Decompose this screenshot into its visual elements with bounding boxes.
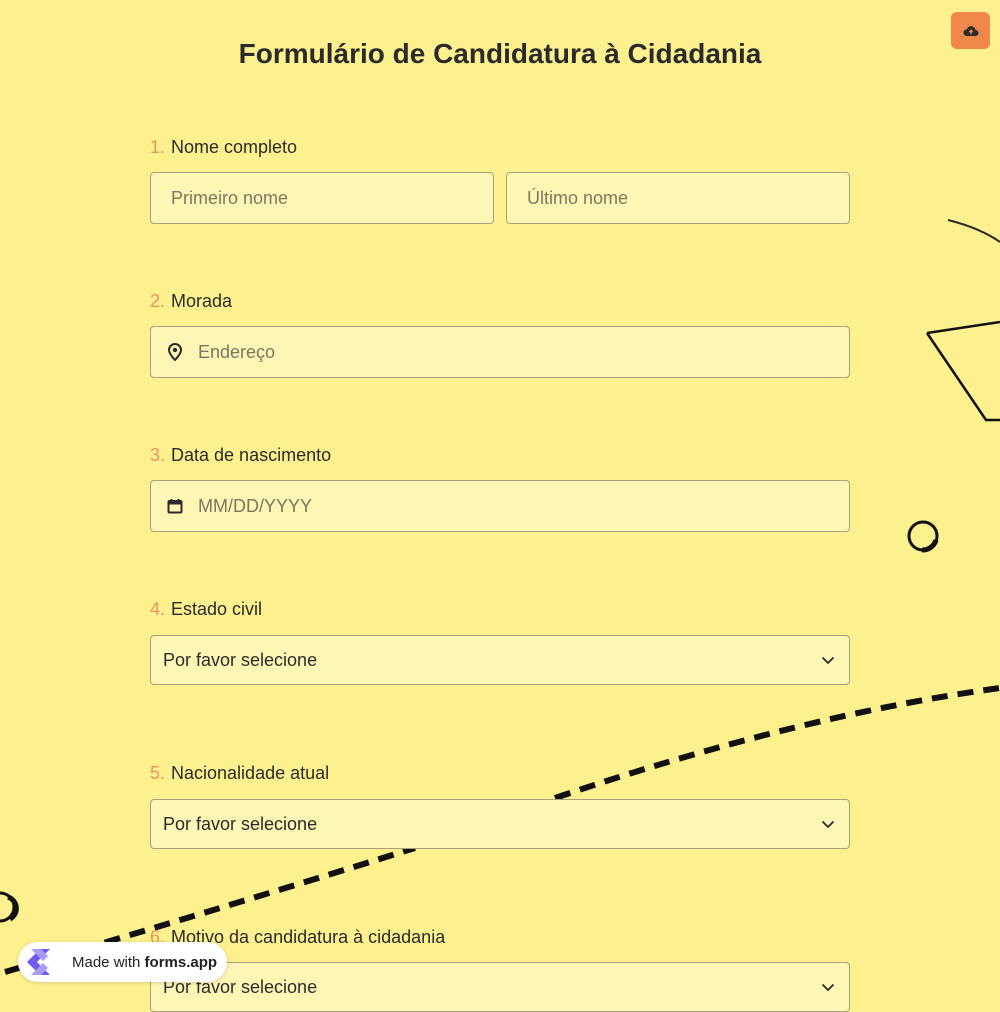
calendar-icon [165,498,185,514]
question-label-nationality: 5. Nacionalidade atual [150,763,329,784]
cloud-upload-icon [963,25,978,36]
chevron-down-icon [821,820,835,828]
question-text: Morada [171,291,233,311]
question-text: Nome completo [171,137,298,157]
question-label-marital-status: 4. Estado civil [150,599,262,620]
nationality-select[interactable]: Por favor selecione [150,799,850,849]
question-number: 1. [150,137,166,157]
marital-status-select[interactable]: Por favor selecione [150,635,850,685]
question-label-full-name: 1. Nome completo [150,137,297,158]
question-text: Data de nascimento [171,445,332,465]
page-title: Formulário de Candidatura à Cidadania [238,38,762,69]
question-text: Nacionalidade atual [171,763,330,783]
question-label-address: 2. Morada [150,291,232,312]
first-name-input[interactable]: Primeiro nome [150,172,494,224]
application-reason-select[interactable]: Por favor selecione [150,962,850,1012]
last-name-input[interactable]: Último nome [506,172,850,224]
marital-status-selected: Por favor selecione [163,649,318,670]
last-name-placeholder: Último nome [527,187,629,208]
question-label-birth-date: 3. Data de nascimento [150,445,331,466]
first-name-placeholder: Primeiro nome [171,187,289,208]
badge-brand-text: forms.app [144,953,218,971]
chevron-down-icon [821,983,835,991]
made-with-badge[interactable]: Made with forms.app [18,942,227,982]
map-pin-icon [165,343,185,361]
birth-date-placeholder: MM/DD/YYYY [198,495,313,516]
birth-date-input[interactable]: MM/DD/YYYY [150,480,850,532]
chevron-down-icon [821,656,835,664]
question-text: Estado civil [171,599,263,619]
forms-app-logo-icon [27,949,54,975]
question-number: 2. [150,291,166,311]
question-number: 3. [150,445,166,465]
badge-made-with-text: Made with [72,953,141,971]
address-input[interactable]: Endereço [150,326,850,378]
nationality-selected: Por favor selecione [163,813,318,834]
address-placeholder: Endereço [198,341,276,362]
question-number: 5. [150,763,166,783]
question-number: 4. [150,599,166,619]
